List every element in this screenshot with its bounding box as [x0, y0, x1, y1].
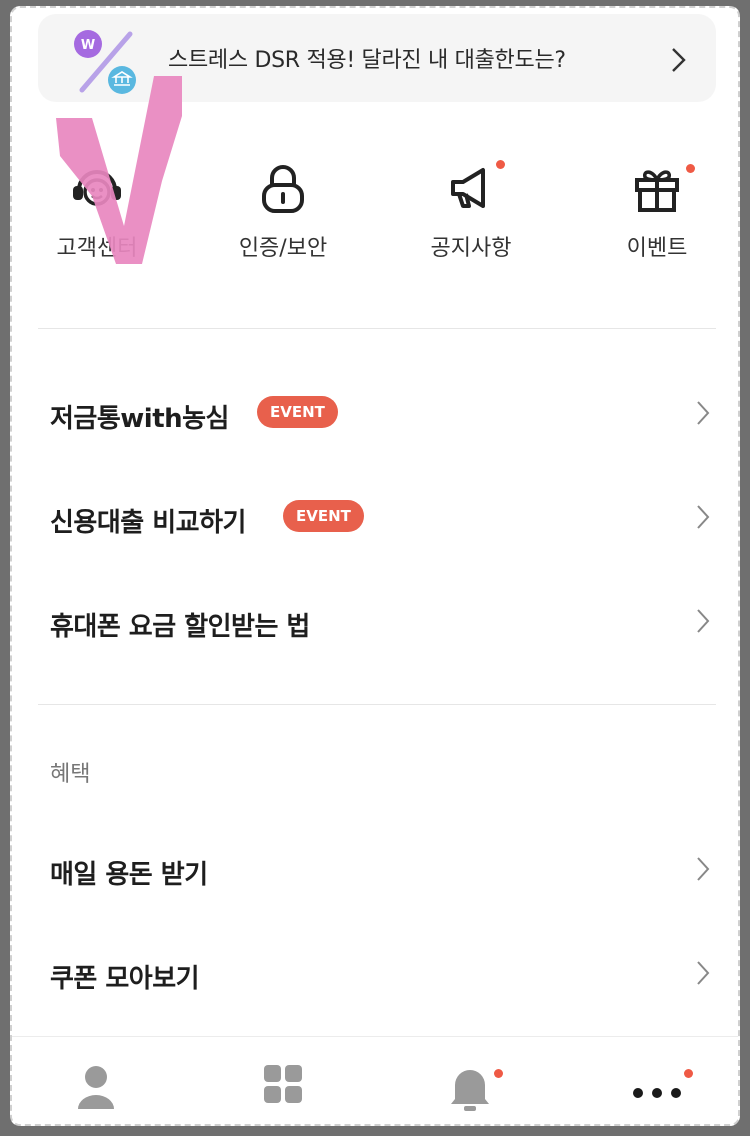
- dsr-banner[interactable]: W 스트레스 DSR 적용! 달라진 내 대출한도는?: [38, 14, 716, 102]
- bell-icon: [451, 1070, 489, 1111]
- app-screen: W 스트레스 DSR 적용! 달라진 내 대출한도는? 고객센터 인증/보안 공…: [10, 6, 740, 1126]
- notification-dot: [684, 1069, 693, 1078]
- quick-menu-customer-center[interactable]: 고객센터: [22, 158, 172, 262]
- notification-dot: [494, 1069, 503, 1078]
- quick-menu-label: 이벤트: [626, 236, 688, 261]
- list-item-label: 저금통with농심: [50, 404, 229, 434]
- tab-menu[interactable]: [248, 1059, 318, 1119]
- more-dots-icon: [633, 1088, 681, 1098]
- chevron-right-icon: [697, 505, 710, 529]
- grid-icon: [264, 1065, 302, 1103]
- bottom-tab-bar: [12, 1036, 738, 1124]
- quick-menu-label: 고객센터: [56, 236, 138, 261]
- quick-menu-label: 공지사항: [430, 236, 512, 261]
- megaphone-icon: [451, 168, 485, 208]
- notification-dot: [686, 164, 695, 173]
- divider: [38, 328, 716, 329]
- list-item-daily-allowance[interactable]: 매일 용돈 받기: [50, 840, 710, 900]
- list-item-label: 쿠폰 모아보기: [50, 964, 200, 994]
- svg-text:W: W: [81, 38, 95, 53]
- list-item-label: 휴대폰 요금 할인받는 법: [50, 612, 310, 642]
- event-badge: EVENT: [283, 500, 364, 532]
- chevron-right-icon: [672, 48, 686, 72]
- lock-icon: [262, 165, 304, 213]
- section-title-benefits: 혜택: [50, 762, 91, 787]
- list-item-savings-nongshim[interactable]: 저금통with농심 EVENT: [50, 384, 710, 444]
- quick-menu-label: 인증/보안: [238, 236, 328, 261]
- list-item-phone-bill-discount[interactable]: 휴대폰 요금 할인받는 법: [50, 592, 710, 652]
- headset-icon: [73, 170, 121, 206]
- tab-more[interactable]: [622, 1059, 693, 1119]
- list-item-credit-loan-compare[interactable]: 신용대출 비교하기 EVENT: [50, 488, 710, 548]
- chevron-right-icon: [697, 857, 710, 881]
- list-item-label: 신용대출 비교하기: [50, 508, 246, 538]
- notification-dot: [496, 160, 505, 169]
- chevron-right-icon: [697, 609, 710, 633]
- quick-menu-notice[interactable]: 공지사항: [396, 158, 546, 262]
- list-item-coupons[interactable]: 쿠폰 모아보기: [50, 944, 710, 1004]
- event-badge: EVENT: [257, 396, 338, 428]
- quick-menu-event[interactable]: 이벤트: [582, 158, 732, 262]
- person-icon: [78, 1066, 114, 1109]
- tab-notifications[interactable]: [435, 1059, 505, 1119]
- quick-menu-auth-security[interactable]: 인증/보안: [208, 158, 358, 262]
- banner-text: 스트레스 DSR 적용! 달라진 내 대출한도는?: [168, 48, 566, 73]
- chevron-right-icon: [697, 961, 710, 985]
- divider: [38, 704, 716, 705]
- chevron-right-icon: [697, 401, 710, 425]
- list-item-label: 매일 용돈 받기: [50, 860, 208, 890]
- tab-profile[interactable]: [61, 1059, 131, 1119]
- gift-icon: [635, 170, 679, 212]
- percent-won-bank-icon: W: [74, 30, 136, 94]
